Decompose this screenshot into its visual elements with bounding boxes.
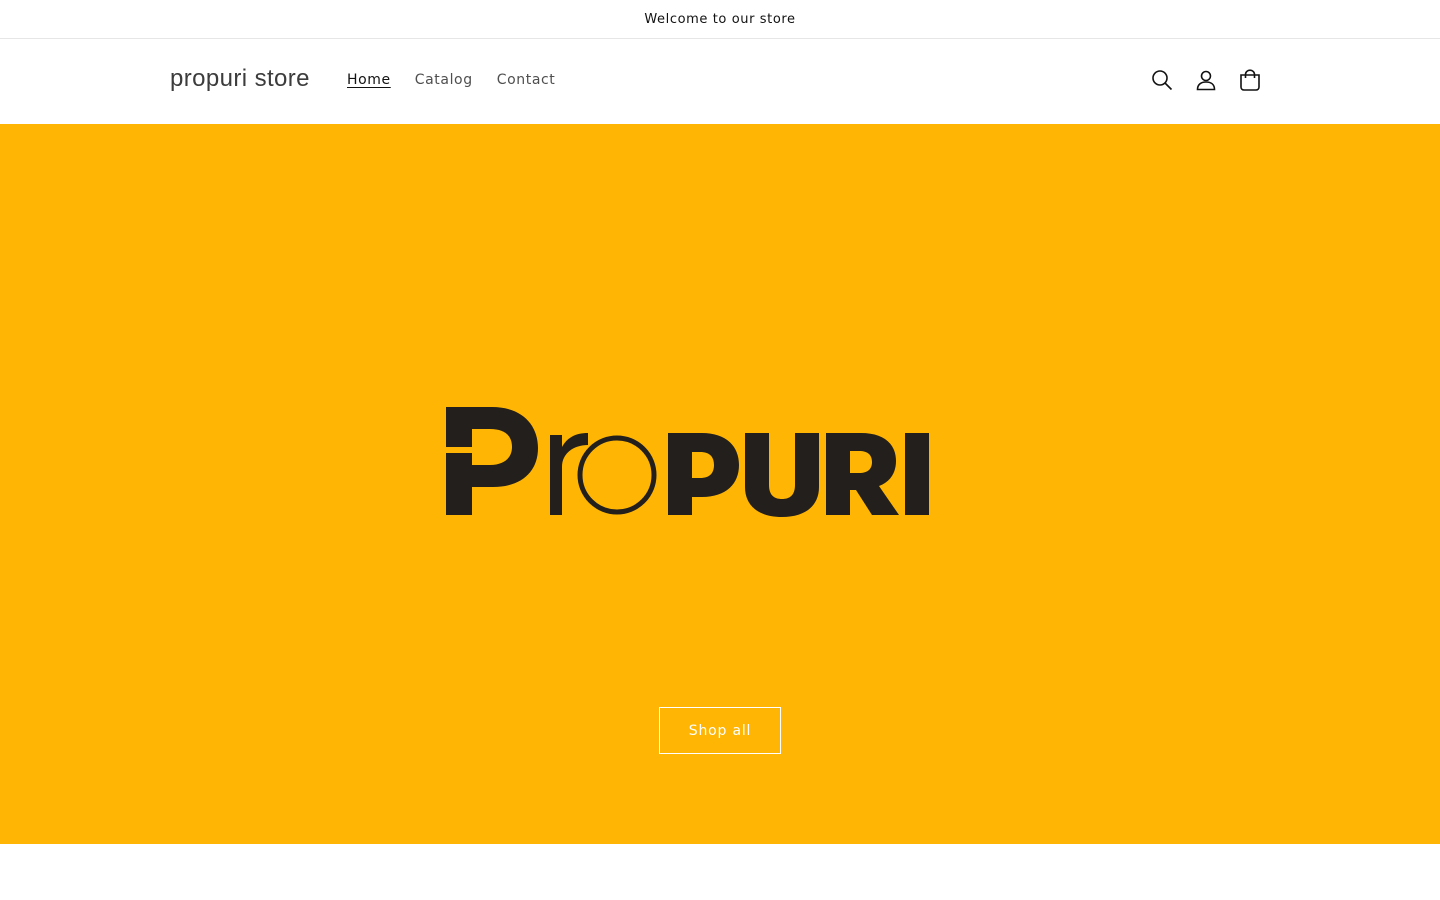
nav-link-catalog[interactable]: Catalog: [403, 70, 485, 90]
hero-banner: Shop all: [0, 124, 1440, 844]
header-icons: [1148, 66, 1264, 94]
account-icon[interactable]: [1192, 66, 1220, 94]
site-header: propuri store Home Catalog Contact: [0, 39, 1440, 124]
cart-icon[interactable]: [1236, 66, 1264, 94]
nav-link-contact[interactable]: Contact: [485, 70, 568, 90]
shop-all-button[interactable]: Shop all: [659, 707, 781, 754]
announcement-bar: Welcome to our store: [0, 0, 1440, 39]
nav-link-home[interactable]: Home: [335, 70, 403, 90]
announcement-text: Welcome to our store: [644, 11, 796, 27]
search-icon[interactable]: [1148, 66, 1176, 94]
store-name-link[interactable]: propuri store: [170, 65, 310, 93]
propuri-logo: [446, 407, 929, 517]
main-nav: Home Catalog Contact: [335, 70, 567, 90]
